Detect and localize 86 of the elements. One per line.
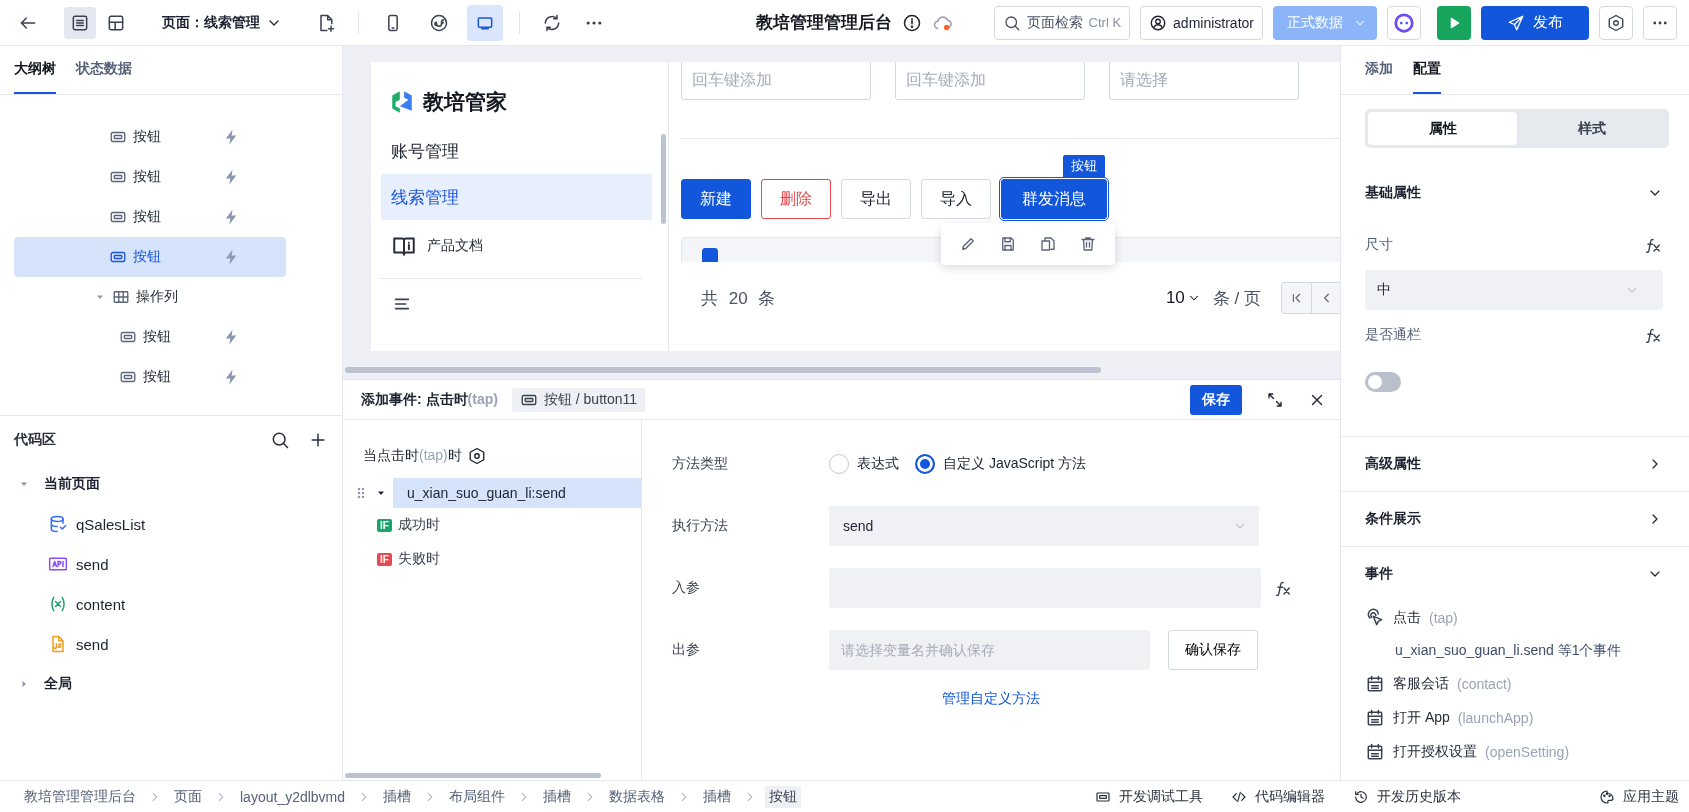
size-select[interactable]: 中 [1365, 270, 1663, 310]
filter-field[interactable]: 回车键添加 [681, 62, 871, 100]
user-button[interactable]: administrator [1140, 5, 1263, 40]
code-item[interactable]: qSalesList [14, 504, 328, 544]
breadcrumb-item[interactable]: 教培管理管理后台 [20, 785, 140, 808]
action-button[interactable]: 群发消息 [1001, 179, 1107, 219]
app-title: 教培管理管理后台 [755, 12, 892, 34]
section-title: 条件展示 [1365, 510, 1421, 528]
confirm-save-button[interactable]: 确认保存 [1168, 630, 1258, 670]
section-title: 代码区 [14, 431, 56, 449]
breadcrumb-item[interactable]: 按钮 [765, 785, 802, 808]
property-label: 是否通栏 [1365, 326, 1421, 344]
page-selector[interactable]: 页面：线索管理 [162, 13, 282, 32]
outline-item[interactable]: 按钮 [14, 357, 286, 397]
code-item[interactable]: send [14, 544, 328, 584]
publish-button[interactable]: 发布 [1481, 5, 1589, 40]
event-item[interactable]: 点击 (tap) [1365, 601, 1663, 635]
event-item[interactable]: 客服会话 (contact) [1365, 667, 1663, 701]
component-tag: 按钮 / button11 [511, 387, 646, 412]
field-label: 入参 [672, 579, 701, 597]
radio-option[interactable]: 表达式 [829, 454, 899, 474]
filter-field[interactable]: 回车键添加 [895, 62, 1085, 100]
breadcrumb-item[interactable]: 插槽 [699, 785, 736, 808]
brand-name: 教培管家 [423, 89, 507, 115]
nav-item[interactable]: 产品文档 [381, 220, 658, 272]
action-button[interactable]: 删除 [761, 179, 831, 219]
outline-item[interactable]: 按钮 [14, 237, 286, 277]
field-label: 执行方法 [672, 517, 729, 535]
breadcrumb-item[interactable]: 页面 [170, 785, 206, 808]
breadcrumb-item[interactable]: 插槽 [539, 785, 576, 808]
breadcrumb-item[interactable]: 插槽 [379, 785, 416, 808]
outline-item[interactable]: 按钮 [14, 117, 286, 157]
section-title: 事件 [1365, 565, 1393, 583]
field-label: 方法类型 [672, 455, 729, 473]
toolbar-button[interactable]: 开发调试工具 [1095, 787, 1203, 806]
tree-group[interactable]: 当前页面 [14, 464, 328, 504]
manage-methods-link[interactable]: 管理自定义方法 [942, 690, 1040, 706]
property-label: 尺寸 [1365, 236, 1393, 254]
field-label: 出参 [672, 641, 701, 659]
toolbar-button[interactable]: 开发历史版本 [1353, 787, 1461, 806]
code-item[interactable]: send [14, 624, 328, 664]
action-button[interactable]: 导入 [921, 179, 991, 219]
panel-tab[interactable]: 大纲树 [14, 46, 56, 94]
panel-tab[interactable]: 状态数据 [76, 46, 132, 94]
breadcrumb-item[interactable]: 布局组件 [445, 785, 510, 808]
outline-item[interactable]: 按钮 [14, 197, 286, 237]
total-count: 共 20 条 [701, 287, 776, 310]
output-field[interactable]: 请选择变量名并确认保存 [829, 630, 1150, 670]
segment-tab[interactable]: 属性 [1368, 112, 1517, 145]
condition-badge: IF [377, 518, 392, 532]
editor-title: 添加事件: 点击时(tap) [361, 390, 498, 409]
panel-tab[interactable]: 添加 [1365, 46, 1393, 94]
trigger-label: 当点击时(tap)时 [363, 447, 462, 465]
radio-option[interactable]: 自定义 JavaScript 方法 [915, 454, 1087, 474]
method-select[interactable]: send [829, 506, 1259, 546]
event-item[interactable]: 打开授权设置 (openSetting) [1365, 735, 1663, 769]
outline-item[interactable]: 按钮 [14, 317, 286, 357]
panel-tab[interactable]: 配置 [1413, 46, 1441, 94]
action-button[interactable]: 新建 [681, 179, 751, 219]
nav-item[interactable]: 账号管理 [381, 128, 652, 174]
condition-badge: IF [377, 552, 392, 566]
event-item[interactable]: 打开 App (launchApp) [1365, 701, 1663, 735]
selection-label: 按钮 [1063, 155, 1105, 177]
action-item[interactable]: u_xian_suo_guan_li:send [393, 478, 641, 508]
breadcrumb-item[interactable]: 数据表格 [605, 785, 670, 808]
segment-tab[interactable]: 样式 [1517, 112, 1666, 145]
action-button[interactable]: 导出 [841, 179, 911, 219]
branch-item[interactable]: IF 成功时 [343, 508, 641, 542]
page-size-label: 条 / 页 [1212, 287, 1261, 310]
breadcrumb-item[interactable]: layout_y2dlbvmd [236, 786, 350, 807]
nav-item[interactable]: 线索管理 [381, 174, 652, 220]
event-summary[interactable]: u_xian_suo_guan_li.send 等1个事件 [1365, 635, 1622, 667]
branch-item[interactable]: IF 失败时 [343, 542, 641, 576]
search-field[interactable]: 页面检索 Ctrl K [993, 5, 1131, 40]
page-size-select[interactable]: 10 [1165, 288, 1201, 308]
section-title: 高级属性 [1365, 455, 1421, 473]
toolbar-button[interactable]: 应用主题 [1599, 787, 1679, 806]
filter-field[interactable]: 请选择 [1109, 62, 1299, 100]
outline-item[interactable]: 按钮 [14, 157, 286, 197]
outline-item[interactable]: 操作列 [14, 277, 286, 317]
code-item[interactable]: content [14, 584, 328, 624]
section-title: 基础属性 [1365, 184, 1421, 202]
toolbar-button[interactable]: 代码编辑器 [1231, 787, 1325, 806]
shortcut-hint: Ctrl K [1088, 15, 1122, 30]
tree-group[interactable]: 全局 [14, 664, 328, 704]
save-button[interactable]: 保存 [1190, 384, 1242, 415]
